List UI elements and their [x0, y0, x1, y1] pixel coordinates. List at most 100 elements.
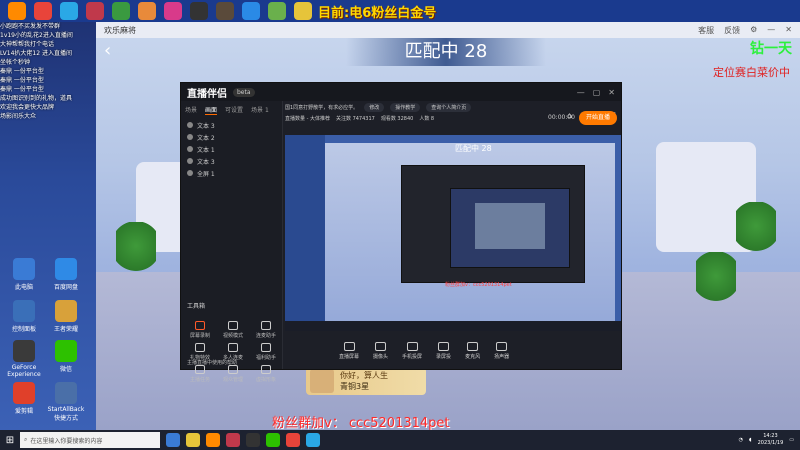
- source-item[interactable]: 文本 3: [181, 155, 282, 167]
- desktop-icon-label: GeForce Experience: [7, 364, 41, 378]
- preview-panel: 国1同意打野散学，有求必应学。 修改 操作教学 查询个人简介页 直播数量 - 大…: [285, 101, 621, 369]
- computer-icon: [13, 258, 35, 280]
- desktop-icon-baidu-pan[interactable]: 百度网盘: [46, 258, 86, 291]
- eye-icon[interactable]: [187, 158, 193, 164]
- close-button[interactable]: ✕: [608, 88, 615, 97]
- network-icon[interactable]: ◔: [739, 437, 743, 443]
- taskbar-app-icon[interactable]: [186, 433, 200, 447]
- taskbar-app-icon[interactable]: [166, 433, 180, 447]
- source-item[interactable]: 文本 3: [181, 119, 282, 131]
- minimize-button[interactable]: —: [767, 25, 775, 36]
- tab-picture[interactable]: 画面: [205, 105, 218, 115]
- windows-start-icon[interactable]: ⊞: [0, 430, 20, 450]
- monitor-icon: [343, 342, 355, 351]
- tutorial-button[interactable]: 操作教学: [390, 103, 421, 112]
- profile-button[interactable]: 查询个人简介页: [426, 103, 472, 112]
- mic-icon: [467, 342, 479, 351]
- toolbox-header: 工具箱: [187, 303, 206, 310]
- app-icon[interactable]: [138, 2, 156, 20]
- taskbar-app-icon[interactable]: [286, 433, 300, 447]
- taskbar-app-icon[interactable]: [226, 433, 240, 447]
- tool-avatar[interactable]: 虚拟形象: [251, 365, 281, 383]
- app-icon[interactable]: [86, 2, 104, 20]
- system-tray: ◔ ◖ 14:23 2023/1/19 ▭: [739, 433, 794, 447]
- app-icon[interactable]: [60, 2, 78, 20]
- tool-label: 连麦助手: [255, 333, 276, 339]
- source-bar-label: 扬声器: [494, 354, 510, 360]
- close-button[interactable]: ✕: [785, 25, 792, 36]
- scene-plant: [116, 222, 156, 282]
- source-camera[interactable]: 摄像头: [373, 342, 388, 360]
- back-arrow-icon[interactable]: ‹: [104, 40, 111, 61]
- tool-screen-record[interactable]: 屏幕录制: [185, 321, 215, 339]
- source-phone[interactable]: 手机投屏: [402, 342, 422, 360]
- eye-icon[interactable]: [187, 122, 193, 128]
- live-titlebar: 直播伴侣 beta — ▢ ✕: [181, 83, 621, 101]
- help-hint[interactable]: 主播直播中使用的帮助: [187, 359, 237, 366]
- edit-button[interactable]: 修改: [364, 103, 385, 112]
- taskbar-clock[interactable]: 14:23 2023/1/19: [758, 433, 784, 447]
- tab-scene[interactable]: 场景: [185, 105, 197, 115]
- desktop-icon-startallback[interactable]: StartAllBack 快捷方式: [46, 382, 86, 422]
- taskbar-app-icon[interactable]: [306, 433, 320, 447]
- app-icon[interactable]: [268, 2, 286, 20]
- source-item[interactable]: 文本 1: [181, 143, 282, 155]
- source-speaker[interactable]: 扬声器: [494, 342, 509, 360]
- feedback-button[interactable]: 反馈: [724, 25, 740, 36]
- desktop-icon-this-pc[interactable]: 此电脑: [4, 258, 44, 291]
- app-icon[interactable]: [8, 2, 26, 20]
- app-icon[interactable]: [34, 2, 52, 20]
- live-preview[interactable]: 匹配中 28 粉丝群加v：ccc5201314pet: [285, 135, 621, 331]
- clock-date: 2023/1/19: [757, 440, 784, 446]
- shortcut-icon: [55, 382, 77, 404]
- source-mic[interactable]: 麦克风: [465, 342, 480, 360]
- chat-line: 秦鼎 一份平台型: [0, 77, 44, 84]
- source-record[interactable]: 录屏投: [436, 342, 451, 360]
- tool-welfare[interactable]: 福利助手: [251, 343, 281, 361]
- desktop-icon-wechat[interactable]: 微信: [46, 340, 86, 373]
- app-icon[interactable]: [164, 2, 182, 20]
- source-item[interactable]: 全屏 1: [181, 167, 282, 179]
- support-button[interactable]: 客服: [698, 25, 714, 36]
- source-bar-label: 手机投屏: [402, 354, 423, 360]
- app-icon[interactable]: [112, 2, 130, 20]
- game-icon: [55, 300, 77, 322]
- taskbar-app-icon[interactable]: [266, 433, 280, 447]
- tool-host-task[interactable]: 主播任务: [185, 365, 215, 383]
- tool-video-mode[interactable]: 视频模式: [218, 321, 248, 339]
- app-icon[interactable]: [190, 2, 208, 20]
- app-icon[interactable]: [242, 2, 260, 20]
- app-icon[interactable]: [216, 2, 234, 20]
- maximize-button[interactable]: ▢: [593, 88, 601, 97]
- source-item[interactable]: 文本 2: [181, 131, 282, 143]
- volume-icon[interactable]: ◖: [749, 437, 752, 443]
- source-screen[interactable]: 直播屏幕: [339, 342, 359, 360]
- eye-icon[interactable]: [187, 170, 193, 176]
- desktop-icon-label: 百度网盘: [53, 284, 78, 291]
- preview-nested-window: [475, 203, 545, 249]
- desktop-icon-honor-of-kings[interactable]: 王者荣耀: [46, 300, 86, 333]
- settings-gear-icon[interactable]: ⚙: [750, 25, 757, 36]
- desktop-icon-geforce[interactable]: GeForce Experience: [4, 340, 44, 378]
- taskbar-app-icon[interactable]: [206, 433, 220, 447]
- start-live-button[interactable]: 开始直播: [579, 111, 617, 125]
- scene-panel: 场景 画面 可设置 场景 1 文本 3 文本 2 文本 1 文本 3 全屏 1 …: [181, 101, 283, 383]
- notification-icon[interactable]: ▭: [789, 437, 794, 443]
- desktop-icon-control-panel[interactable]: 控制面板: [4, 300, 44, 333]
- tool-label: 虚拟形象: [255, 377, 276, 383]
- app-icon[interactable]: [294, 2, 312, 20]
- desktop-icon-label: 此电脑: [14, 284, 33, 291]
- tab-settings[interactable]: 可设置: [225, 105, 243, 115]
- eye-icon[interactable]: [187, 146, 193, 152]
- tab-scene-1[interactable]: 场景 1: [251, 105, 269, 115]
- minimize-button[interactable]: —: [577, 88, 585, 97]
- desktop-icon-aijianji[interactable]: 爱剪辑: [4, 382, 44, 415]
- tool-link-mic[interactable]: 连麦助手: [251, 321, 281, 339]
- tool-audience[interactable]: 观众管理: [218, 365, 248, 383]
- eye-icon[interactable]: [187, 134, 193, 140]
- source-bar-label: 直播屏幕: [339, 354, 360, 360]
- taskbar-search[interactable]: ⌕ 在这里输入你要搜索的内容: [20, 432, 160, 448]
- player-card[interactable]: 你好，算人生 青铜3星: [306, 367, 426, 395]
- taskbar-app-icon[interactable]: [246, 433, 260, 447]
- chat-line: 大神帮帮我打个电话: [0, 41, 55, 48]
